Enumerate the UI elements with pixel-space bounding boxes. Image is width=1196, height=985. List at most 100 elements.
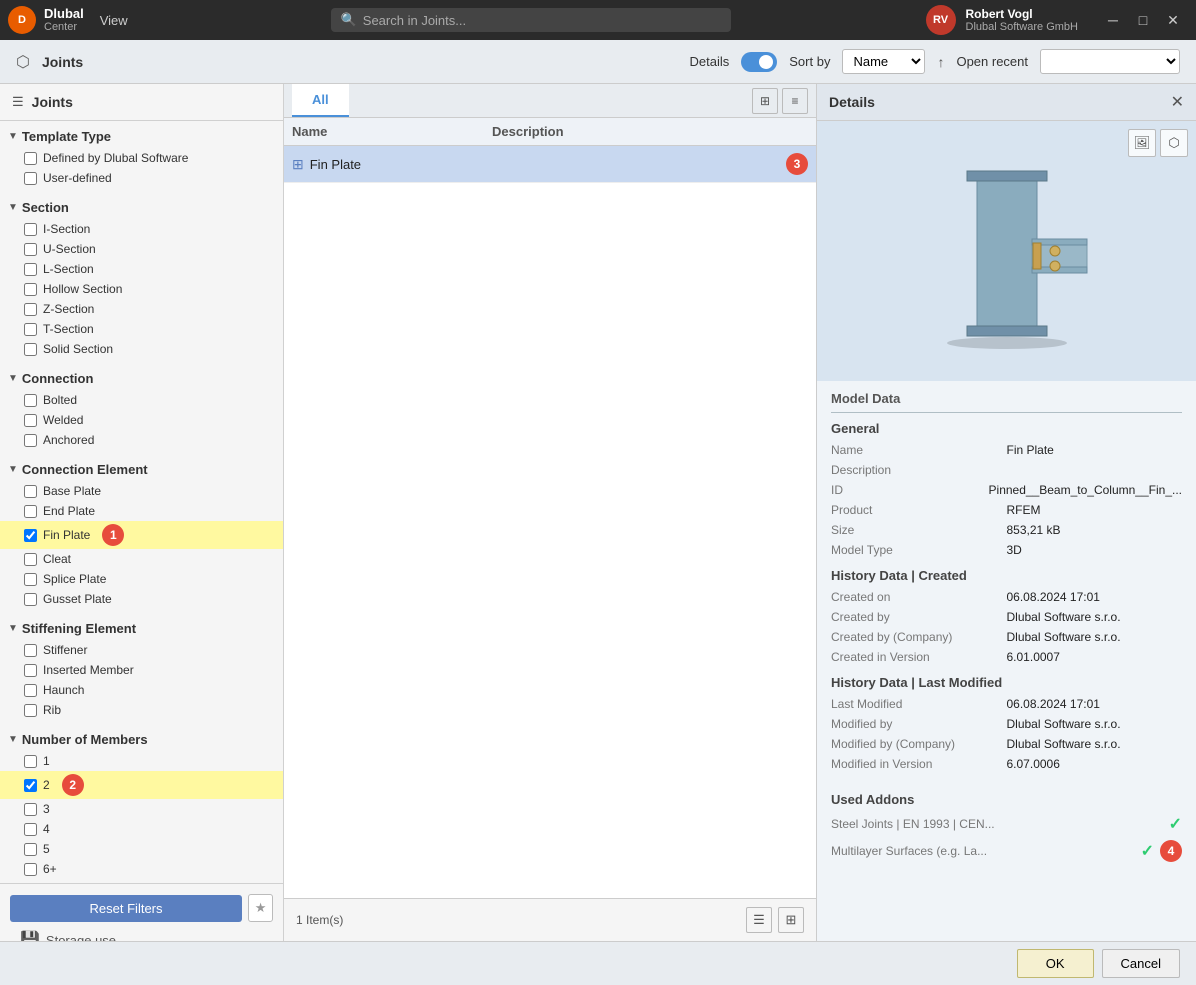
list-layout-button[interactable]: ≡ — [782, 88, 808, 114]
checkbox-num-5[interactable] — [24, 843, 37, 856]
filter-rib[interactable]: Rib — [0, 700, 283, 720]
filter-num-3[interactable]: 3 — [0, 799, 283, 819]
filter-fin-plate[interactable]: Fin Plate 1 — [0, 521, 283, 549]
sort-direction-button[interactable]: ↑ — [937, 54, 944, 70]
app-name-label: Dlubal — [44, 6, 84, 22]
checkbox-rib[interactable] — [24, 704, 37, 717]
checkbox-cleat[interactable] — [24, 553, 37, 566]
cancel-button[interactable]: Cancel — [1102, 949, 1180, 978]
checkbox-defined-by-dlubal[interactable] — [24, 152, 37, 165]
number-of-members-header[interactable]: ▼ Number of Members — [0, 728, 283, 751]
checkbox-user-defined[interactable] — [24, 172, 37, 185]
checkbox-anchored[interactable] — [24, 434, 37, 447]
search-bar-container: 🔍 — [156, 8, 906, 32]
filter-base-plate[interactable]: Base Plate — [0, 481, 283, 501]
checkbox-inserted-member[interactable] — [24, 664, 37, 677]
checkbox-num-6plus[interactable] — [24, 863, 37, 876]
preview-3d-button[interactable]: ⬡ — [1160, 129, 1188, 157]
checkbox-t-section[interactable] — [24, 323, 37, 336]
checkbox-haunch[interactable] — [24, 684, 37, 697]
detail-created-by-row: Created by Dlubal Software s.r.o. — [831, 607, 1182, 627]
filter-num-5[interactable]: 5 — [0, 839, 283, 859]
checkbox-splice-plate[interactable] — [24, 573, 37, 586]
filter-stiffener[interactable]: Stiffener — [0, 640, 283, 660]
filter-user-defined[interactable]: User-defined — [0, 168, 283, 188]
connection-element-header[interactable]: ▼ Connection Element — [0, 458, 283, 481]
checkbox-fin-plate[interactable] — [24, 529, 37, 542]
search-input[interactable] — [363, 13, 721, 28]
column-layout-button[interactable]: ⊞ — [752, 88, 778, 114]
checkbox-u-section[interactable] — [24, 243, 37, 256]
connection-arrow: ▼ — [8, 373, 18, 384]
filter-z-section[interactable]: Z-Section — [0, 299, 283, 319]
detail-created-in-version-label: Created in Version — [831, 650, 1007, 664]
filter-splice-plate[interactable]: Splice Plate — [0, 569, 283, 589]
details-header: Details ✕ — [817, 84, 1196, 121]
template-type-arrow: ▼ — [8, 131, 18, 142]
filter-cleat[interactable]: Cleat — [0, 549, 283, 569]
filter-bolted[interactable]: Bolted — [0, 390, 283, 410]
filter-num-1[interactable]: 1 — [0, 751, 283, 771]
list-view-button[interactable]: ☰ — [746, 907, 772, 933]
checkbox-hollow-section[interactable] — [24, 283, 37, 296]
filter-haunch[interactable]: Haunch — [0, 680, 283, 700]
view-icons: ☰ ⊞ — [746, 907, 804, 933]
table-row[interactable]: ⊞ Fin Plate 3 — [284, 146, 816, 183]
detail-last-modified-row: Last Modified 06.08.2024 17:01 — [831, 694, 1182, 714]
filter-num-4[interactable]: 4 — [0, 819, 283, 839]
open-recent-select[interactable] — [1040, 49, 1180, 74]
filter-gusset-plate[interactable]: Gusset Plate — [0, 589, 283, 609]
section-section-header[interactable]: ▼ Section — [0, 196, 283, 219]
detail-description-label: Description — [831, 463, 1007, 477]
details-close-button[interactable]: ✕ — [1171, 92, 1184, 112]
sort-by-select[interactable]: Name Date Size Type — [842, 49, 925, 74]
connection-header[interactable]: ▼ Connection — [0, 367, 283, 390]
checkbox-z-section[interactable] — [24, 303, 37, 316]
checkbox-num-3[interactable] — [24, 803, 37, 816]
addon-row-1: Steel Joints | EN 1993 | CEN... ✓ — [831, 811, 1182, 837]
checkbox-stiffener[interactable] — [24, 644, 37, 657]
ok-button[interactable]: OK — [1017, 949, 1094, 978]
stiffening-element-header[interactable]: ▼ Stiffening Element — [0, 617, 283, 640]
filter-welded[interactable]: Welded — [0, 410, 283, 430]
connection-element-arrow: ▼ — [8, 464, 18, 475]
checkbox-welded[interactable] — [24, 414, 37, 427]
reset-row: Reset Filters ★ — [10, 894, 273, 922]
filter-inserted-member[interactable]: Inserted Member — [0, 660, 283, 680]
filter-l-section[interactable]: L-Section — [0, 259, 283, 279]
filter-hollow-section[interactable]: Hollow Section — [0, 279, 283, 299]
restore-button[interactable]: □ — [1128, 10, 1158, 30]
filter-end-plate[interactable]: End Plate — [0, 501, 283, 521]
preview-image-button[interactable]: 🖼 — [1128, 129, 1156, 157]
filter-u-section[interactable]: U-Section — [0, 239, 283, 259]
sidebar-bottom: Reset Filters ★ 💾 Storage use C:/ 221,49… — [0, 883, 283, 941]
checkbox-num-1[interactable] — [24, 755, 37, 768]
filter-num-6plus[interactable]: 6+ — [0, 859, 283, 879]
details-toggle[interactable] — [741, 52, 777, 72]
checkbox-bolted[interactable] — [24, 394, 37, 407]
checkbox-num-2[interactable] — [24, 779, 37, 792]
checkbox-gusset-plate[interactable] — [24, 593, 37, 606]
template-type-header[interactable]: ▼ Template Type — [0, 125, 283, 148]
checkbox-end-plate[interactable] — [24, 505, 37, 518]
checkbox-l-section[interactable] — [24, 263, 37, 276]
filter-solid-section[interactable]: Solid Section — [0, 339, 283, 359]
tab-all[interactable]: All — [292, 84, 349, 117]
step-badge-4: 4 — [1160, 840, 1182, 862]
filter-num-2[interactable]: 2 2 — [0, 771, 283, 799]
minimize-button[interactable]: ─ — [1098, 10, 1128, 30]
checkbox-num-4[interactable] — [24, 823, 37, 836]
open-recent-label: Open recent — [956, 54, 1028, 69]
checkbox-solid-section[interactable] — [24, 343, 37, 356]
filter-anchored[interactable]: Anchored — [0, 430, 283, 450]
grid-view-button[interactable]: ⊞ — [778, 907, 804, 933]
filter-t-section[interactable]: T-Section — [0, 319, 283, 339]
close-button[interactable]: ✕ — [1158, 10, 1188, 30]
checkbox-base-plate[interactable] — [24, 485, 37, 498]
favorites-button[interactable]: ★ — [248, 894, 273, 922]
reset-filters-button[interactable]: Reset Filters — [10, 895, 242, 922]
filter-defined-by-dlubal[interactable]: Defined by Dlubal Software — [0, 148, 283, 168]
view-menu-button[interactable]: View — [92, 11, 136, 30]
checkbox-i-section[interactable] — [24, 223, 37, 236]
filter-i-section[interactable]: I-Section — [0, 219, 283, 239]
